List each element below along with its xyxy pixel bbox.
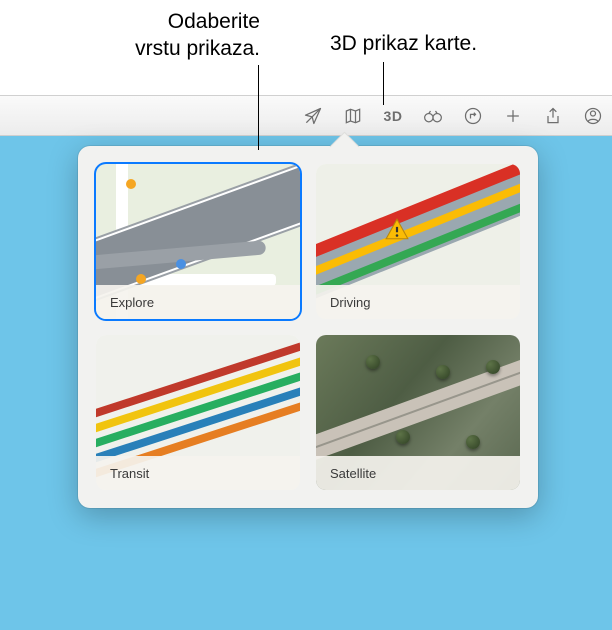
callout-line xyxy=(258,65,259,150)
map-mode-popover: Explore Driving xyxy=(78,146,538,508)
account-icon[interactable] xyxy=(582,105,604,127)
add-icon[interactable] xyxy=(502,105,524,127)
map-mode-label: Explore xyxy=(96,285,300,319)
location-arrow-icon[interactable] xyxy=(302,105,324,127)
map-mode-explore[interactable]: Explore xyxy=(96,164,300,319)
3d-button[interactable]: 3D xyxy=(382,105,404,127)
callout-3d-view: 3D prikaz karte. xyxy=(330,30,530,57)
map-mode-satellite[interactable]: Satellite xyxy=(316,335,520,490)
map-mode-driving[interactable]: Driving xyxy=(316,164,520,319)
maps-window: 3D xyxy=(0,95,612,630)
map-mode-label: Satellite xyxy=(316,456,520,490)
callout-line xyxy=(383,62,384,105)
map-mode-icon[interactable] xyxy=(342,105,364,127)
toolbar: 3D xyxy=(0,96,612,136)
map-mode-label: Driving xyxy=(316,285,520,319)
map-mode-transit[interactable]: Transit xyxy=(96,335,300,490)
warning-icon xyxy=(384,216,410,242)
binoculars-icon[interactable] xyxy=(422,105,444,127)
map-mode-label: Transit xyxy=(96,456,300,490)
callout-choose-view: Odaberitevrstu prikaza. xyxy=(40,8,260,63)
share-icon[interactable] xyxy=(542,105,564,127)
map-mode-grid: Explore Driving xyxy=(96,164,520,490)
annotation-callouts: Odaberitevrstu prikaza. 3D prikaz karte. xyxy=(0,0,612,95)
directions-icon[interactable] xyxy=(462,105,484,127)
